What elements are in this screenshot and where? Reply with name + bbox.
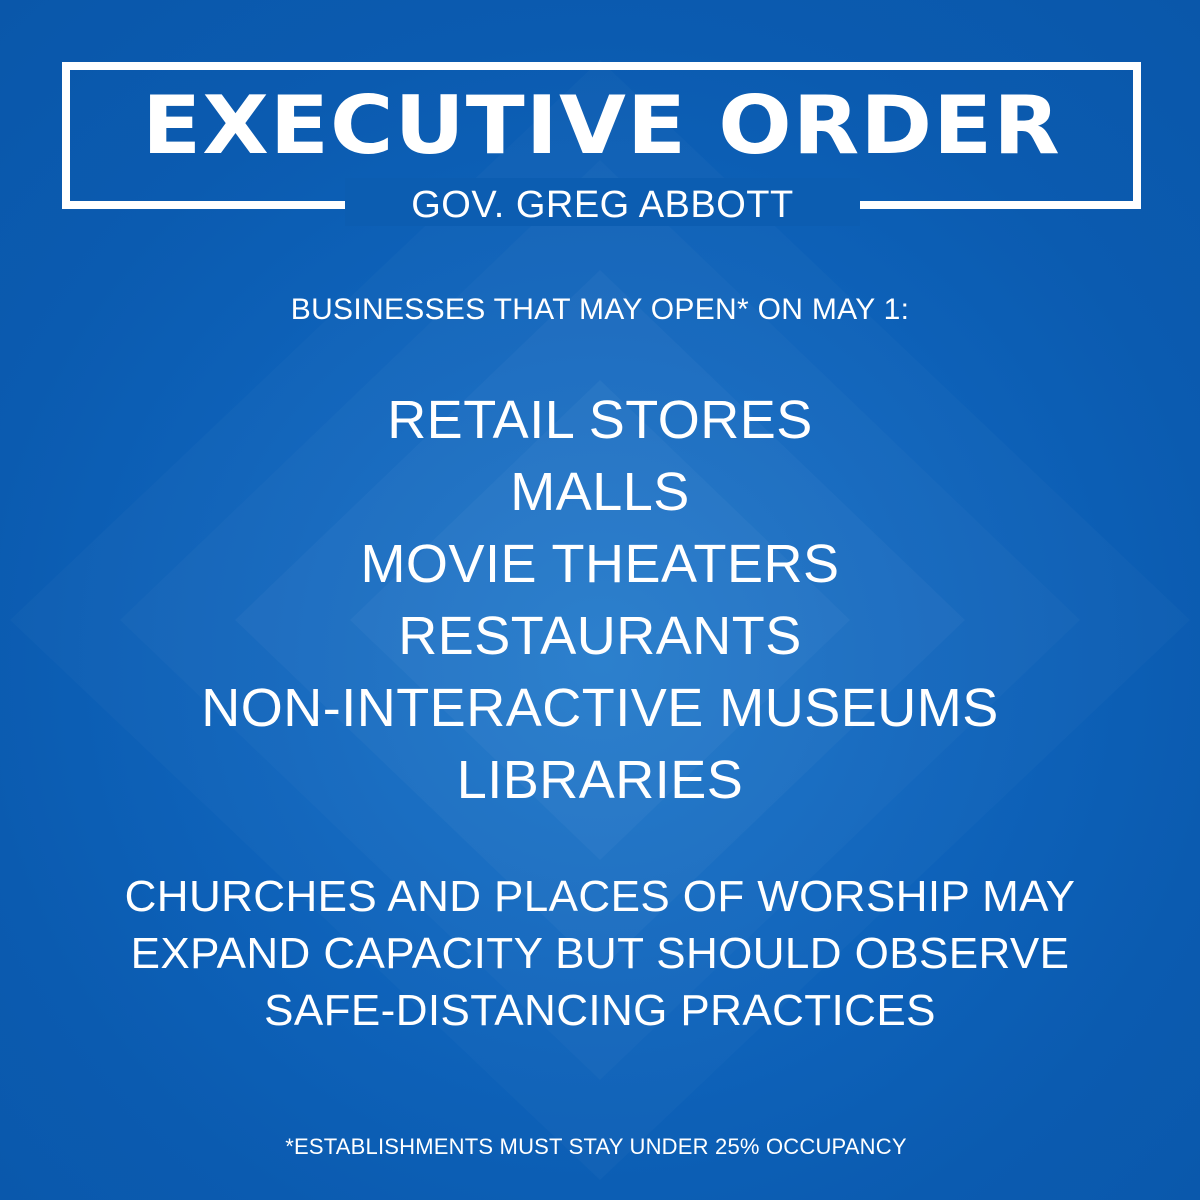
page-subtitle: GOV. GREG ABBOTT	[411, 184, 794, 226]
page-title: EXECUTIVE ORDER	[142, 79, 1061, 172]
list-item: RETAIL STORES	[387, 390, 813, 450]
worship-note-line: SAFE-DISTANCING PRACTICES	[264, 986, 936, 1035]
intro-text: BUSINESSES THAT MAY OPEN* ON MAY 1:	[290, 293, 910, 326]
executive-order-poster: EXECUTIVE ORDER GOV. GREG ABBOTT BUSINES…	[0, 0, 1200, 1200]
worship-note-line: CHURCHES AND PLACES OF WORSHIP MAY	[124, 872, 1076, 921]
list-item: MALLS	[510, 462, 690, 522]
occupancy-footnote: *ESTABLISHMENTS MUST STAY UNDER 25% OCCU…	[285, 1134, 907, 1159]
list-item: RESTAURANTS	[398, 606, 802, 666]
list-item: NON-INTERACTIVE MUSEUMS	[201, 678, 999, 738]
business-list: RETAIL STORES MALLS MOVIE THEATERS RESTA…	[0, 384, 1200, 816]
worship-note: CHURCHES AND PLACES OF WORSHIP MAY EXPAN…	[0, 868, 1200, 1039]
list-item: MOVIE THEATERS	[360, 534, 840, 594]
list-item: LIBRARIES	[456, 750, 744, 810]
worship-note-line: EXPAND CAPACITY BUT SHOULD OBSERVE	[130, 929, 1070, 978]
